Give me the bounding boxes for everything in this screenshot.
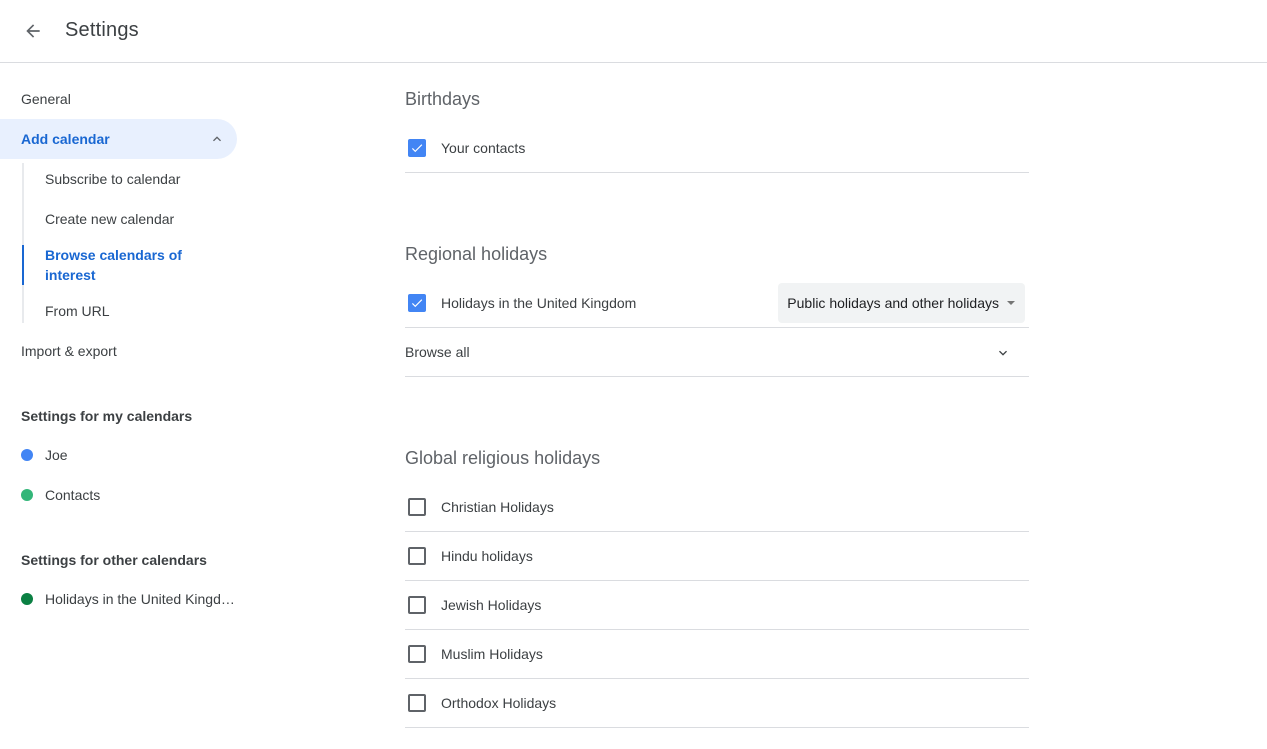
dropdown-caret-icon <box>1007 301 1015 305</box>
calendar-color-dot <box>21 449 33 461</box>
select-value: Public holidays and other holidays <box>787 295 999 311</box>
row-label: Holidays in the United Kingdom <box>441 295 637 311</box>
sidebar-item-label: Subscribe to calendar <box>45 171 181 187</box>
religious-row-hindu[interactable]: Hindu holidays <box>405 532 1029 581</box>
sidebar-item-browse-interest[interactable]: Browse calendars of interest <box>0 243 237 287</box>
row-label: Your contacts <box>441 140 526 156</box>
calendar-color-dot <box>21 593 33 605</box>
holiday-type-select[interactable]: Public holidays and other holidays <box>778 283 1025 323</box>
row-label: Orthodox Holidays <box>441 695 557 711</box>
religious-row-jewish[interactable]: Jewish Holidays <box>405 581 1029 630</box>
sidebar-item-label: Add calendar <box>21 131 110 147</box>
top-bar: Settings <box>0 0 1267 63</box>
checkmark-icon <box>411 144 423 153</box>
checkbox-unchecked[interactable] <box>408 498 426 516</box>
religious-row-orthodox[interactable]: Orthodox Holidays <box>405 679 1029 728</box>
checkbox-unchecked[interactable] <box>408 694 426 712</box>
sidebar-item-from-url[interactable]: From URL <box>0 291 237 331</box>
arrow-left-icon <box>26 24 40 38</box>
chevron-up-icon <box>213 136 221 142</box>
calendar-label: Holidays in the United Kingd… <box>45 591 235 607</box>
sidebar-item-subscribe[interactable]: Subscribe to calendar <box>0 159 237 199</box>
checkbox-checked[interactable] <box>408 294 426 312</box>
checkmark-icon <box>411 299 423 308</box>
browse-all-row[interactable]: Browse all <box>405 328 1029 377</box>
back-button[interactable] <box>13 11 53 51</box>
sidebar-item-label: Create new calendar <box>45 211 175 227</box>
sidebar-item-label: From URL <box>45 303 110 319</box>
row-label: Muslim Holidays <box>441 646 543 662</box>
checkbox-unchecked[interactable] <box>408 645 426 663</box>
calendar-label: Contacts <box>45 487 101 503</box>
sidebar-item-import-export[interactable]: Import & export <box>0 331 237 371</box>
religious-row-muslim[interactable]: Muslim Holidays <box>405 630 1029 679</box>
calendar-color-dot <box>21 489 33 501</box>
regional-holidays-title: Regional holidays <box>405 244 548 264</box>
my-calendars-heading: Settings for my calendars <box>21 408 193 424</box>
sidebar-calendar-contacts[interactable]: Contacts <box>21 475 237 515</box>
religious-row-christian[interactable]: Christian Holidays <box>405 483 1029 532</box>
row-label: Hindu holidays <box>441 548 533 564</box>
checkbox-unchecked[interactable] <box>408 547 426 565</box>
birthday-row-your-contacts[interactable]: Your contacts <box>405 124 1029 173</box>
chevron-down-icon <box>999 350 1007 356</box>
page-title: Settings <box>65 19 139 41</box>
religious-holidays-title: Global religious holidays <box>405 448 601 468</box>
sidebar-calendar-uk-holidays[interactable]: Holidays in the United Kingd… <box>21 579 237 619</box>
sidebar-item-label: Browse calendars of interest <box>45 247 182 283</box>
sidebar-item-add-calendar[interactable]: Add calendar <box>0 119 237 159</box>
regional-row-uk[interactable]: Holidays in the United Kingdom Public ho… <box>405 279 1029 328</box>
sidebar-item-general[interactable]: General <box>0 79 237 119</box>
sidebar-item-create-new[interactable]: Create new calendar <box>0 199 237 239</box>
row-label: Christian Holidays <box>441 499 554 515</box>
calendar-label: Joe <box>45 447 68 463</box>
sidebar-item-label: General <box>21 91 71 107</box>
browse-all-label: Browse all <box>405 344 470 360</box>
sidebar-item-label: Import & export <box>21 343 117 359</box>
birthdays-title: Birthdays <box>405 89 481 109</box>
other-calendars-heading: Settings for other calendars <box>21 552 207 568</box>
checkbox-unchecked[interactable] <box>408 596 426 614</box>
row-label: Jewish Holidays <box>441 597 542 613</box>
sidebar-calendar-joe[interactable]: Joe <box>21 435 237 475</box>
checkbox-checked[interactable] <box>408 139 426 157</box>
